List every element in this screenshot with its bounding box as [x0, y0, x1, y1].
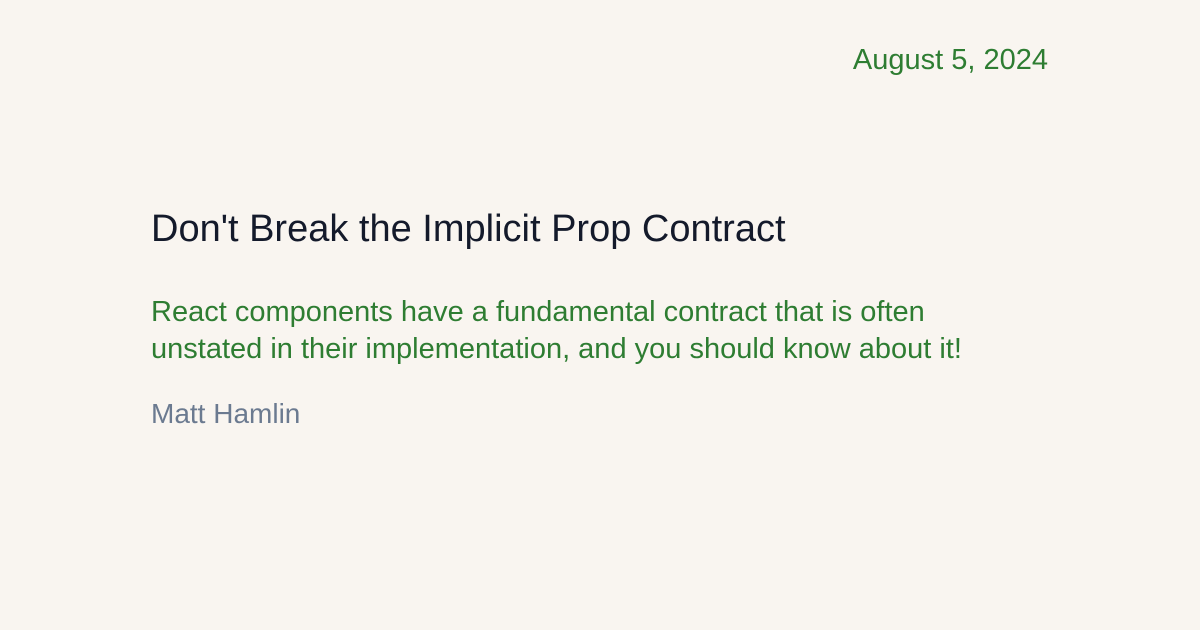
post-title: Don't Break the Implicit Prop Contract [151, 208, 786, 250]
post-author: Matt Hamlin [151, 398, 301, 429]
post-content: Don't Break the Implicit Prop Contract R… [151, 206, 1051, 432]
social-card: August 5, 2024 Don't Break the Implicit … [0, 0, 1200, 630]
post-date: August 5, 2024 [852, 44, 1048, 76]
post-description: React components have a fundamental cont… [151, 296, 962, 365]
